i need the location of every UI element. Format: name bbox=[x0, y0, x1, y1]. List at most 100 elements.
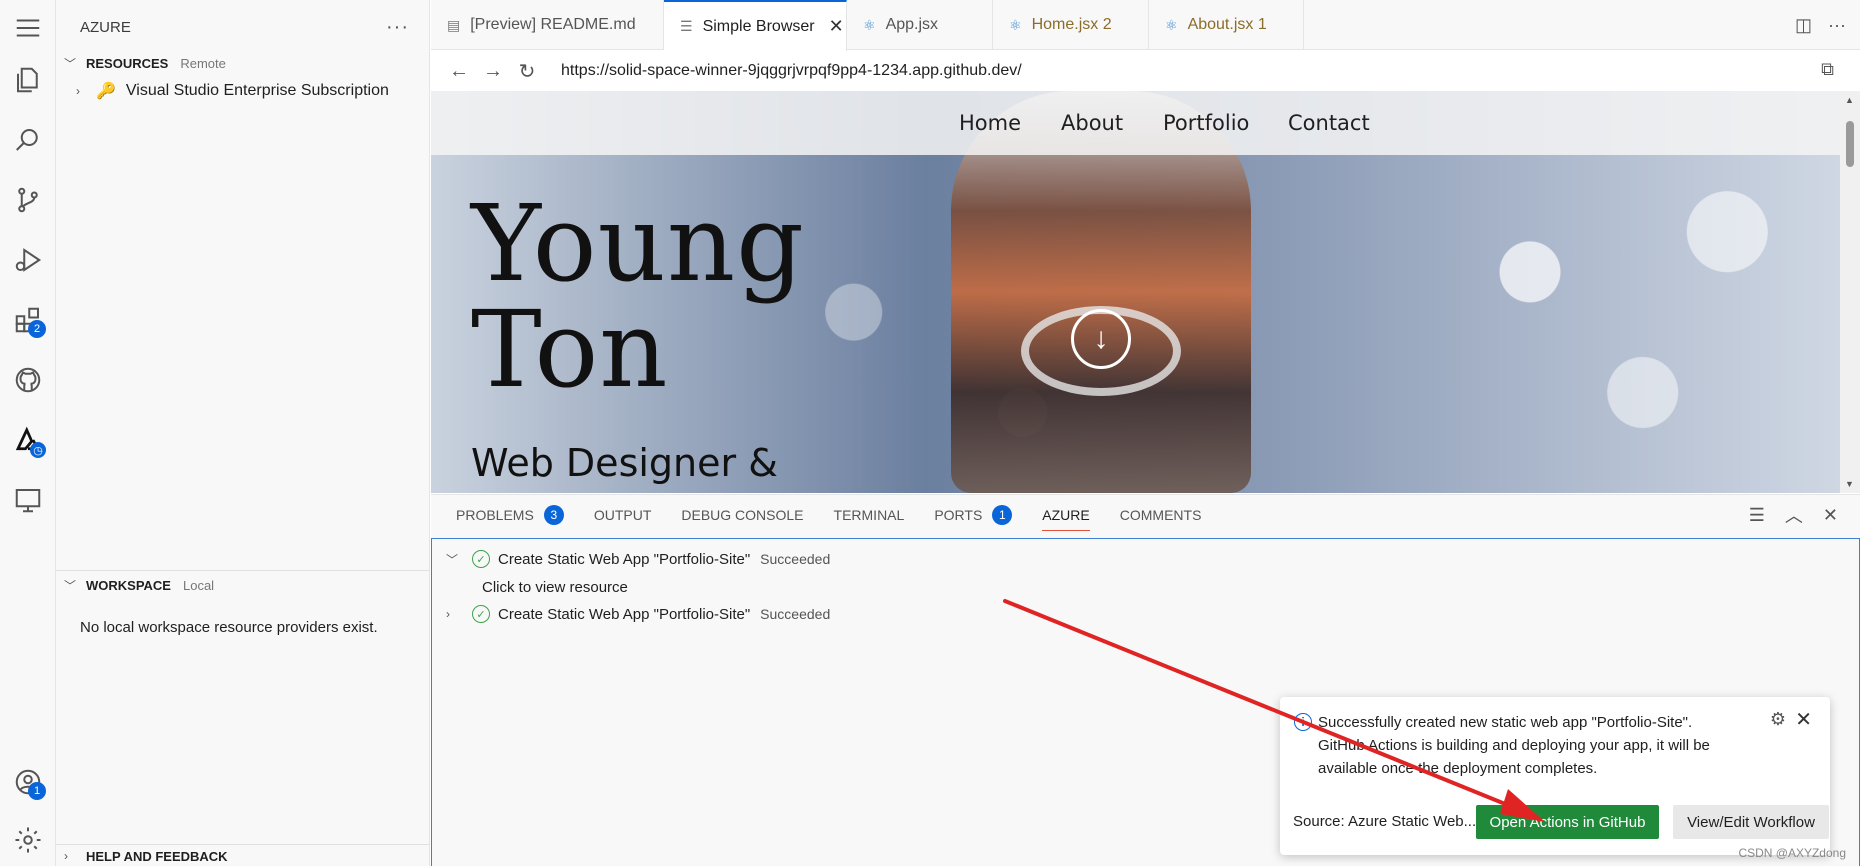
tab-label: TERMINAL bbox=[833, 507, 905, 523]
nav-portfolio[interactable]: Portfolio bbox=[1163, 111, 1249, 135]
search-icon[interactable] bbox=[10, 122, 46, 158]
reload-icon[interactable]: ↻ bbox=[517, 59, 537, 84]
react-icon: ⚛ bbox=[863, 16, 876, 33]
resources-sub: Remote bbox=[180, 55, 226, 71]
remote-explorer-icon[interactable] bbox=[10, 482, 46, 518]
editor-tabs: ▤ [Preview] README.md ☰ Simple Browser ✕… bbox=[431, 0, 1860, 51]
sidebar-header: AZURE ··· bbox=[56, 0, 429, 54]
activity-bar: 2 ◷ 1 bbox=[0, 0, 56, 866]
preview-icon: ▤ bbox=[447, 16, 461, 33]
browser-icon: ☰ bbox=[680, 18, 693, 34]
scroll-up-icon[interactable]: ▲ bbox=[1845, 95, 1854, 105]
forward-icon[interactable]: → bbox=[483, 60, 503, 83]
open-actions-button[interactable]: Open Actions in GitHub bbox=[1476, 805, 1659, 839]
nav-home[interactable]: Home bbox=[959, 111, 1021, 135]
workspace-sub: Local bbox=[182, 577, 215, 593]
run-debug-icon[interactable] bbox=[10, 242, 46, 278]
subscription-label: Visual Studio Enterprise Subscription bbox=[125, 82, 389, 99]
watermark: CSDN @AXYZdong bbox=[1738, 846, 1846, 860]
source-control-icon[interactable] bbox=[10, 182, 46, 218]
more-actions-icon[interactable]: ··· bbox=[1828, 15, 1846, 36]
chevron-right-icon: › bbox=[446, 607, 450, 621]
maximize-icon[interactable]: ︿ bbox=[1785, 502, 1803, 528]
url-input[interactable]: https://solid-space-winner-9jqggrjvrpqf9… bbox=[561, 62, 1022, 80]
open-external-icon[interactable]: ⧉ bbox=[1821, 59, 1834, 80]
tab-debug-console[interactable]: DEBUG CONSOLE bbox=[681, 495, 803, 535]
subscription-item[interactable]: › 🔑 Visual Studio Enterprise Subscriptio… bbox=[76, 78, 389, 104]
azure-icon[interactable]: ◷ bbox=[10, 422, 46, 458]
chevron-down-icon: ﹀ bbox=[446, 552, 459, 567]
extensions-icon[interactable]: 2 bbox=[10, 302, 46, 338]
panel-actions: ☰ ︿ ✕ bbox=[1749, 495, 1838, 535]
sidebar: AZURE ··· ﹀ RESOURCES Remote › 🔑 Visual … bbox=[56, 0, 430, 866]
tab-simple-browser[interactable]: ☰ Simple Browser ✕ bbox=[664, 0, 847, 51]
tab-label: Simple Browser bbox=[702, 17, 815, 35]
tab-azure[interactable]: AZURE bbox=[1042, 495, 1091, 535]
more-actions-icon[interactable]: ··· bbox=[386, 16, 409, 39]
close-icon[interactable]: ✕ bbox=[829, 16, 844, 37]
activity-status: Succeeded bbox=[760, 551, 831, 567]
tab-label: Home.jsx 2 bbox=[1031, 16, 1112, 33]
site-nav: Home About Portfolio Contact bbox=[431, 91, 1840, 155]
tab-label: App.jsx bbox=[885, 16, 939, 33]
view-resource-link[interactable]: Click to view resource bbox=[482, 574, 628, 600]
react-icon: ⚛ bbox=[1165, 16, 1178, 33]
page-scrollbar[interactable]: ▲ ▼ bbox=[1840, 91, 1860, 493]
notification-source: Source: Azure Static Web... bbox=[1293, 813, 1477, 830]
tab-comments[interactable]: COMMENTS bbox=[1120, 495, 1202, 535]
list-item[interactable]: ﹀ ✓ Create Static Web App "Portfolio-Sit… bbox=[446, 546, 830, 572]
chevron-right-icon: › bbox=[64, 849, 68, 863]
tab-label: OUTPUT bbox=[593, 507, 652, 523]
problems-badge: 3 bbox=[543, 505, 564, 525]
tab-home-jsx[interactable]: ⚛ Home.jsx 2 bbox=[993, 0, 1149, 50]
close-panel-icon[interactable]: ✕ bbox=[1823, 505, 1838, 526]
divider bbox=[56, 844, 429, 845]
sidebar-title: AZURE bbox=[80, 18, 131, 36]
resources-section-header[interactable]: ﹀ RESOURCES Remote bbox=[56, 50, 429, 76]
scroll-down-arrow-icon[interactable]: ▼ bbox=[1845, 479, 1854, 489]
menu-icon[interactable] bbox=[10, 10, 46, 46]
tab-about-jsx[interactable]: ⚛ About.jsx 1 bbox=[1149, 0, 1304, 50]
tab-terminal[interactable]: TERMINAL bbox=[834, 495, 905, 535]
help-section-header[interactable]: › HELP AND FEEDBACK bbox=[56, 846, 429, 866]
scroll-down-icon[interactable]: ↓ bbox=[1071, 309, 1131, 369]
tab-label: AZURE bbox=[1042, 507, 1090, 523]
github-icon[interactable] bbox=[10, 362, 46, 398]
react-icon: ⚛ bbox=[1009, 16, 1022, 33]
check-icon: ✓ bbox=[472, 550, 490, 568]
editor-area: ▤ [Preview] README.md ☰ Simple Browser ✕… bbox=[431, 0, 1860, 493]
tab-label: PROBLEMS bbox=[456, 507, 534, 523]
settings-icon[interactable] bbox=[10, 822, 46, 858]
tab-output[interactable]: OUTPUT bbox=[594, 495, 652, 535]
panel-tabs: PROBLEMS 3 OUTPUT DEBUG CONSOLE TERMINAL… bbox=[431, 495, 1860, 535]
ports-badge: 1 bbox=[992, 505, 1013, 525]
list-item[interactable]: › ✓ Create Static Web App "Portfolio-Sit… bbox=[446, 601, 830, 627]
explorer-icon[interactable] bbox=[10, 62, 46, 98]
tab-problems[interactable]: PROBLEMS 3 bbox=[456, 495, 564, 535]
close-icon[interactable]: ✕ bbox=[1795, 707, 1812, 732]
scrollbar-thumb[interactable] bbox=[1846, 121, 1854, 167]
workspace-title: WORKSPACE bbox=[86, 577, 171, 593]
tab-actions: ◫ ··· bbox=[1795, 0, 1846, 50]
split-editor-icon[interactable]: ◫ bbox=[1795, 15, 1812, 36]
hero-name-line2: Ton bbox=[471, 288, 669, 411]
activity-text: Create Static Web App "Portfolio-Site" bbox=[498, 550, 751, 568]
back-icon[interactable]: ← bbox=[449, 60, 469, 83]
nav-about[interactable]: About bbox=[1061, 111, 1123, 135]
gear-icon[interactable]: ⚙ bbox=[1770, 709, 1786, 730]
hero-name-line1: Young bbox=[471, 182, 805, 305]
activity-text: Create Static Web App "Portfolio-Site" bbox=[498, 605, 751, 623]
chevron-right-icon: › bbox=[76, 84, 80, 98]
help-title: HELP AND FEEDBACK bbox=[86, 848, 228, 864]
tab-ports[interactable]: PORTS 1 bbox=[934, 495, 1013, 535]
tab-app-jsx[interactable]: ⚛ App.jsx bbox=[847, 0, 993, 50]
nav-contact[interactable]: Contact bbox=[1288, 111, 1370, 135]
workspace-empty-text: No local workspace resource providers ex… bbox=[80, 618, 378, 636]
account-icon[interactable]: 1 bbox=[10, 764, 46, 800]
web-page: Home About Portfolio Contact Young Ton W… bbox=[431, 91, 1840, 493]
clear-icon[interactable]: ☰ bbox=[1749, 505, 1765, 526]
view-workflow-button[interactable]: View/Edit Workflow bbox=[1673, 805, 1829, 839]
tab-label: COMMENTS bbox=[1119, 507, 1202, 523]
tab-readme-preview[interactable]: ▤ [Preview] README.md bbox=[431, 0, 664, 50]
workspace-section-header[interactable]: ﹀ WORKSPACE Local bbox=[56, 572, 429, 598]
